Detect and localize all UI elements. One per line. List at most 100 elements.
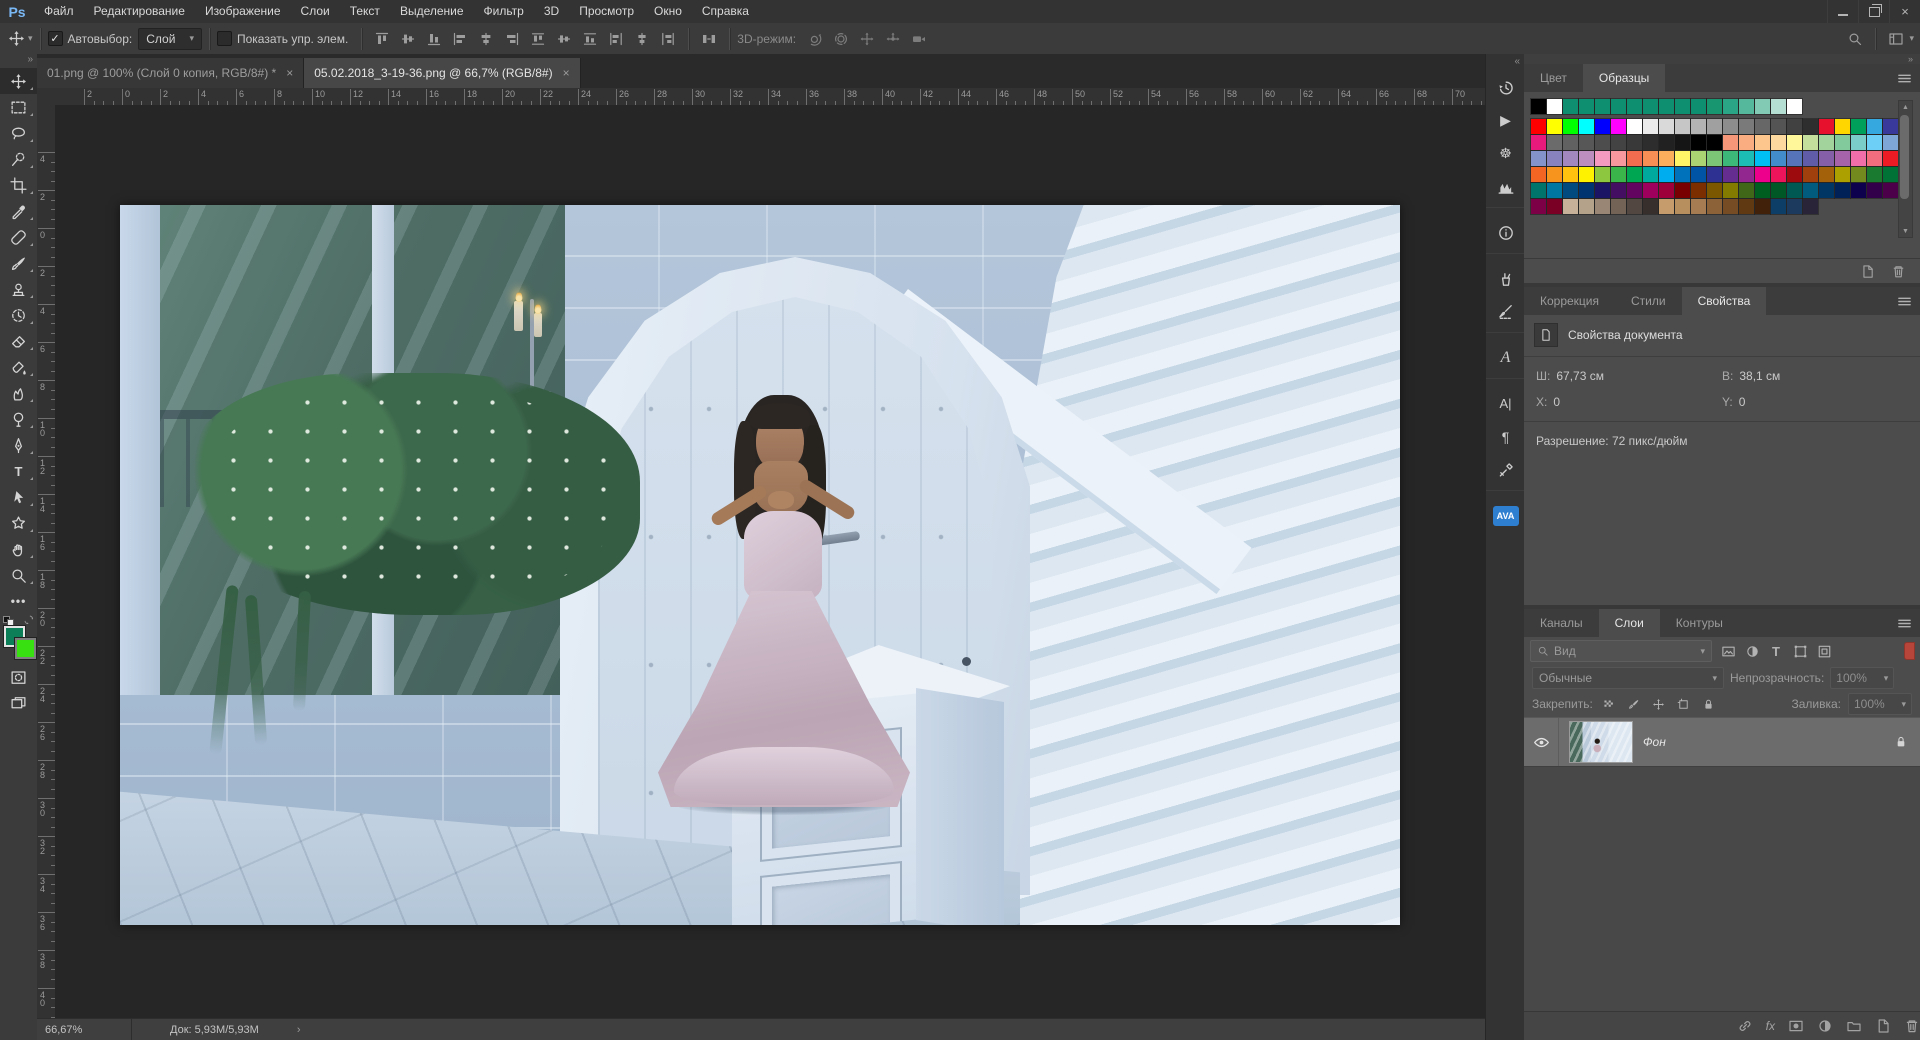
color-swatch[interactable] xyxy=(1835,151,1850,166)
toolbar-collapse-button[interactable]: » xyxy=(0,54,37,68)
color-swatch[interactable] xyxy=(1579,119,1594,134)
menu-item-help[interactable]: Справка xyxy=(692,0,759,23)
color-swatch[interactable] xyxy=(1595,199,1610,214)
minimize-button[interactable] xyxy=(1827,0,1858,23)
color-swatch[interactable] xyxy=(1579,151,1594,166)
align-button-db-left[interactable] xyxy=(604,27,628,51)
color-swatch[interactable] xyxy=(1531,199,1546,214)
dock-icon-glyphs[interactable]: A xyxy=(1486,341,1525,374)
tool-healing[interactable] xyxy=(0,224,37,250)
color-swatch[interactable] xyxy=(1611,99,1626,114)
color-swatch[interactable] xyxy=(1611,151,1626,166)
color-swatch[interactable] xyxy=(1675,135,1690,150)
color-swatch[interactable] xyxy=(1691,151,1706,166)
tool-hand[interactable] xyxy=(0,536,37,562)
color-swatch[interactable] xyxy=(1867,151,1882,166)
tab-paths[interactable]: Контуры xyxy=(1660,609,1739,637)
color-swatch[interactable] xyxy=(1531,119,1546,134)
color-swatch[interactable] xyxy=(1643,99,1658,114)
menu-item-file[interactable]: Файл xyxy=(34,0,84,23)
color-swatch[interactable] xyxy=(1531,183,1546,198)
color-swatch[interactable] xyxy=(1723,99,1738,114)
color-swatch[interactable] xyxy=(1723,135,1738,150)
3d-mode-button-o3d-cam[interactable] xyxy=(907,27,931,51)
dock-icon-character[interactable]: A| xyxy=(1486,387,1525,420)
color-swatch[interactable] xyxy=(1723,183,1738,198)
color-swatch[interactable] xyxy=(1851,183,1866,198)
layer-name[interactable]: Фон xyxy=(1643,735,1666,749)
tab-channels[interactable]: Каналы xyxy=(1524,609,1599,637)
color-swatch[interactable] xyxy=(1643,119,1658,134)
color-swatch[interactable] xyxy=(1675,99,1690,114)
search-icon[interactable] xyxy=(1843,27,1867,51)
color-swatch[interactable] xyxy=(1675,167,1690,182)
layers-footer-icon-halfmoon[interactable] xyxy=(1817,1018,1833,1034)
color-swatch[interactable] xyxy=(1547,183,1562,198)
color-swatch[interactable] xyxy=(1851,135,1866,150)
color-swatch[interactable] xyxy=(1707,183,1722,198)
color-swatch[interactable] xyxy=(1883,167,1898,182)
tool-move[interactable] xyxy=(0,68,37,94)
color-swatch[interactable] xyxy=(1771,167,1786,182)
color-swatch[interactable] xyxy=(1611,183,1626,198)
color-swatch[interactable] xyxy=(1787,167,1802,182)
color-swatch[interactable] xyxy=(1739,135,1754,150)
color-swatch[interactable] xyxy=(1739,151,1754,166)
filter-icon-halfmoon[interactable] xyxy=(1740,641,1764,661)
menu-item-3d[interactable]: 3D xyxy=(534,0,569,23)
color-swatch[interactable] xyxy=(1659,199,1674,214)
color-swatch[interactable] xyxy=(1627,119,1642,134)
layers-footer-icon-newpage[interactable] xyxy=(1875,1018,1891,1034)
color-swatch[interactable] xyxy=(1627,135,1642,150)
document-tab-doc1[interactable]: 01.png @ 100% (Слой 0 копия, RGB/8#) *× xyxy=(37,58,304,88)
color-swatch[interactable] xyxy=(1531,99,1546,114)
color-swatch[interactable] xyxy=(1595,183,1610,198)
layers-footer-icon-fx[interactable]: fx xyxy=(1766,1019,1775,1033)
align-button-db-hmid[interactable] xyxy=(630,27,654,51)
scroll-up-icon[interactable]: ▲ xyxy=(1899,101,1912,113)
dock-icon-paragraph[interactable]: ¶ xyxy=(1486,420,1525,453)
color-swatch[interactable] xyxy=(1755,199,1770,214)
color-swatch[interactable] xyxy=(1547,119,1562,134)
horizontal-ruler[interactable]: 2024681012141618202224262830323436384042… xyxy=(55,88,1485,106)
color-swatch[interactable] xyxy=(1547,167,1562,182)
swatches-scrollbar[interactable]: ▲ ▼ xyxy=(1898,100,1913,238)
color-swatch[interactable] xyxy=(1771,183,1786,198)
align-button-al-bottom[interactable] xyxy=(422,27,446,51)
color-swatch[interactable] xyxy=(1803,119,1818,134)
align-button-al-top[interactable] xyxy=(370,27,394,51)
color-swatch[interactable] xyxy=(1659,183,1674,198)
color-swatch[interactable] xyxy=(1755,119,1770,134)
color-swatch[interactable] xyxy=(1675,183,1690,198)
tool-gradient[interactable] xyxy=(0,354,37,380)
color-swatch[interactable] xyxy=(1803,199,1818,214)
filter-icon-imgfilter[interactable] xyxy=(1716,641,1740,661)
quick-mask-button[interactable] xyxy=(0,664,37,690)
color-swatch[interactable] xyxy=(1595,119,1610,134)
color-swatch[interactable] xyxy=(1771,99,1786,114)
color-swatch[interactable] xyxy=(1803,167,1818,182)
color-swatch[interactable] xyxy=(1675,199,1690,214)
color-swatch[interactable] xyxy=(1643,199,1658,214)
lock-icon-checker[interactable] xyxy=(1600,695,1618,713)
color-swatch[interactable] xyxy=(1563,135,1578,150)
color-swatch[interactable] xyxy=(1723,151,1738,166)
color-swatch[interactable] xyxy=(1563,99,1578,114)
menu-item-layers[interactable]: Слои xyxy=(291,0,340,23)
dock-icon-brushes[interactable] xyxy=(1486,262,1525,295)
align-button-al-right[interactable] xyxy=(500,27,524,51)
delete-swatch-icon[interactable] xyxy=(1891,264,1906,279)
tab-close-icon[interactable]: × xyxy=(563,66,570,80)
color-swatch[interactable] xyxy=(1739,199,1754,214)
color-swatch[interactable] xyxy=(1595,135,1610,150)
color-swatch[interactable] xyxy=(1723,119,1738,134)
color-swatch[interactable] xyxy=(1691,183,1706,198)
document-canvas[interactable] xyxy=(120,205,1400,925)
color-swatch[interactable] xyxy=(1627,167,1642,182)
tool-quick-select[interactable] xyxy=(0,146,37,172)
color-swatch[interactable] xyxy=(1867,135,1882,150)
color-swatch[interactable] xyxy=(1595,99,1610,114)
color-swatch[interactable] xyxy=(1659,99,1674,114)
color-swatch[interactable] xyxy=(1707,199,1722,214)
background-color-swatch[interactable] xyxy=(15,638,36,659)
